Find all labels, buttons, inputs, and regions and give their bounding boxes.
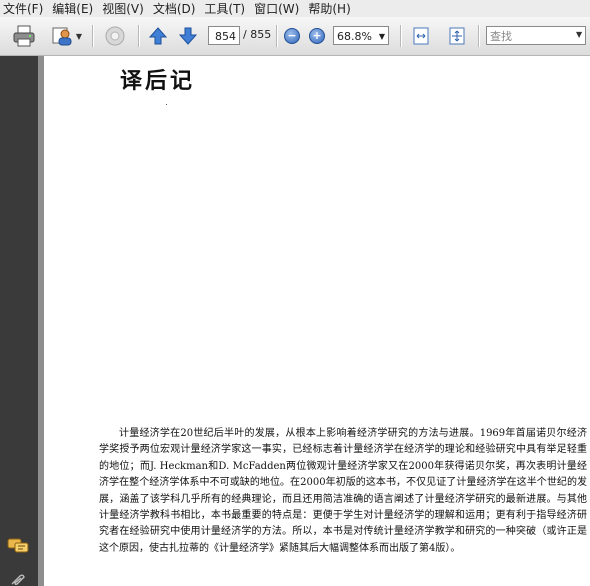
- page-heading: 译后记: [120, 68, 196, 94]
- menu-file[interactable]: 文件(F): [0, 0, 46, 17]
- settings-icon: [105, 26, 125, 46]
- page-number-input[interactable]: 854: [208, 26, 240, 45]
- next-page-icon: [178, 27, 198, 45]
- toolbar-separator: [276, 25, 278, 47]
- search-dropdown-icon[interactable]: ▼: [576, 30, 582, 39]
- zoom-select[interactable]: 68.8% ▼: [333, 26, 389, 45]
- prev-page-button[interactable]: [147, 23, 169, 49]
- fit-page-icon: [413, 27, 429, 45]
- fit-page-button[interactable]: [409, 23, 433, 49]
- zoom-out-button[interactable]: −: [283, 23, 301, 49]
- menu-help[interactable]: 帮助(H): [305, 0, 353, 17]
- page-total: / 855: [243, 28, 272, 41]
- share-icon: [52, 27, 72, 46]
- toolbar-separator: [138, 25, 140, 47]
- print-button[interactable]: [10, 23, 38, 49]
- zoom-in-icon: +: [309, 28, 325, 44]
- next-page-button[interactable]: [177, 23, 199, 49]
- share-button[interactable]: ▼: [48, 23, 84, 49]
- attachment-icon[interactable]: [10, 574, 26, 586]
- zoom-value: 68.8%: [337, 30, 372, 43]
- prev-page-icon: [148, 27, 168, 45]
- fit-width-button[interactable]: [445, 23, 469, 49]
- menu-document[interactable]: 文档(D): [150, 0, 199, 17]
- search-input[interactable]: 查找: [486, 26, 586, 45]
- menu-bar: 文件(F) 编辑(E) 视图(V) 文档(D) 工具(T) 窗口(W) 帮助(H…: [0, 0, 590, 17]
- zoom-in-button[interactable]: +: [308, 23, 326, 49]
- settings-button[interactable]: [100, 23, 130, 49]
- page-mark: [166, 104, 167, 105]
- toolbar-separator: [92, 25, 94, 47]
- comments-icon[interactable]: [7, 538, 29, 554]
- body-text: 计量经济学在20世纪后半叶的发展，从根本上影响着经济学研究的方法与进展。1969…: [99, 426, 587, 557]
- menu-window[interactable]: 窗口(W): [251, 0, 302, 17]
- menu-tools[interactable]: 工具(T): [201, 0, 248, 17]
- zoom-out-icon: −: [284, 28, 300, 44]
- chevron-down-icon: ▼: [378, 32, 385, 41]
- toolbar-separator: [400, 25, 402, 47]
- print-icon: [13, 25, 35, 47]
- toolbar-separator: [478, 25, 480, 47]
- toolbar: ▼ 854 / 855 − + 68.8% ▼ 查找 ▼: [0, 17, 590, 56]
- menu-view[interactable]: 视图(V): [99, 0, 147, 17]
- menu-edit[interactable]: 编辑(E): [49, 0, 96, 17]
- paragraph: 计量经济学在20世纪后半叶的发展，从根本上影响着经济学研究的方法与进展。1969…: [99, 428, 587, 554]
- fit-width-icon: [449, 27, 465, 45]
- navigation-panel: [0, 56, 38, 586]
